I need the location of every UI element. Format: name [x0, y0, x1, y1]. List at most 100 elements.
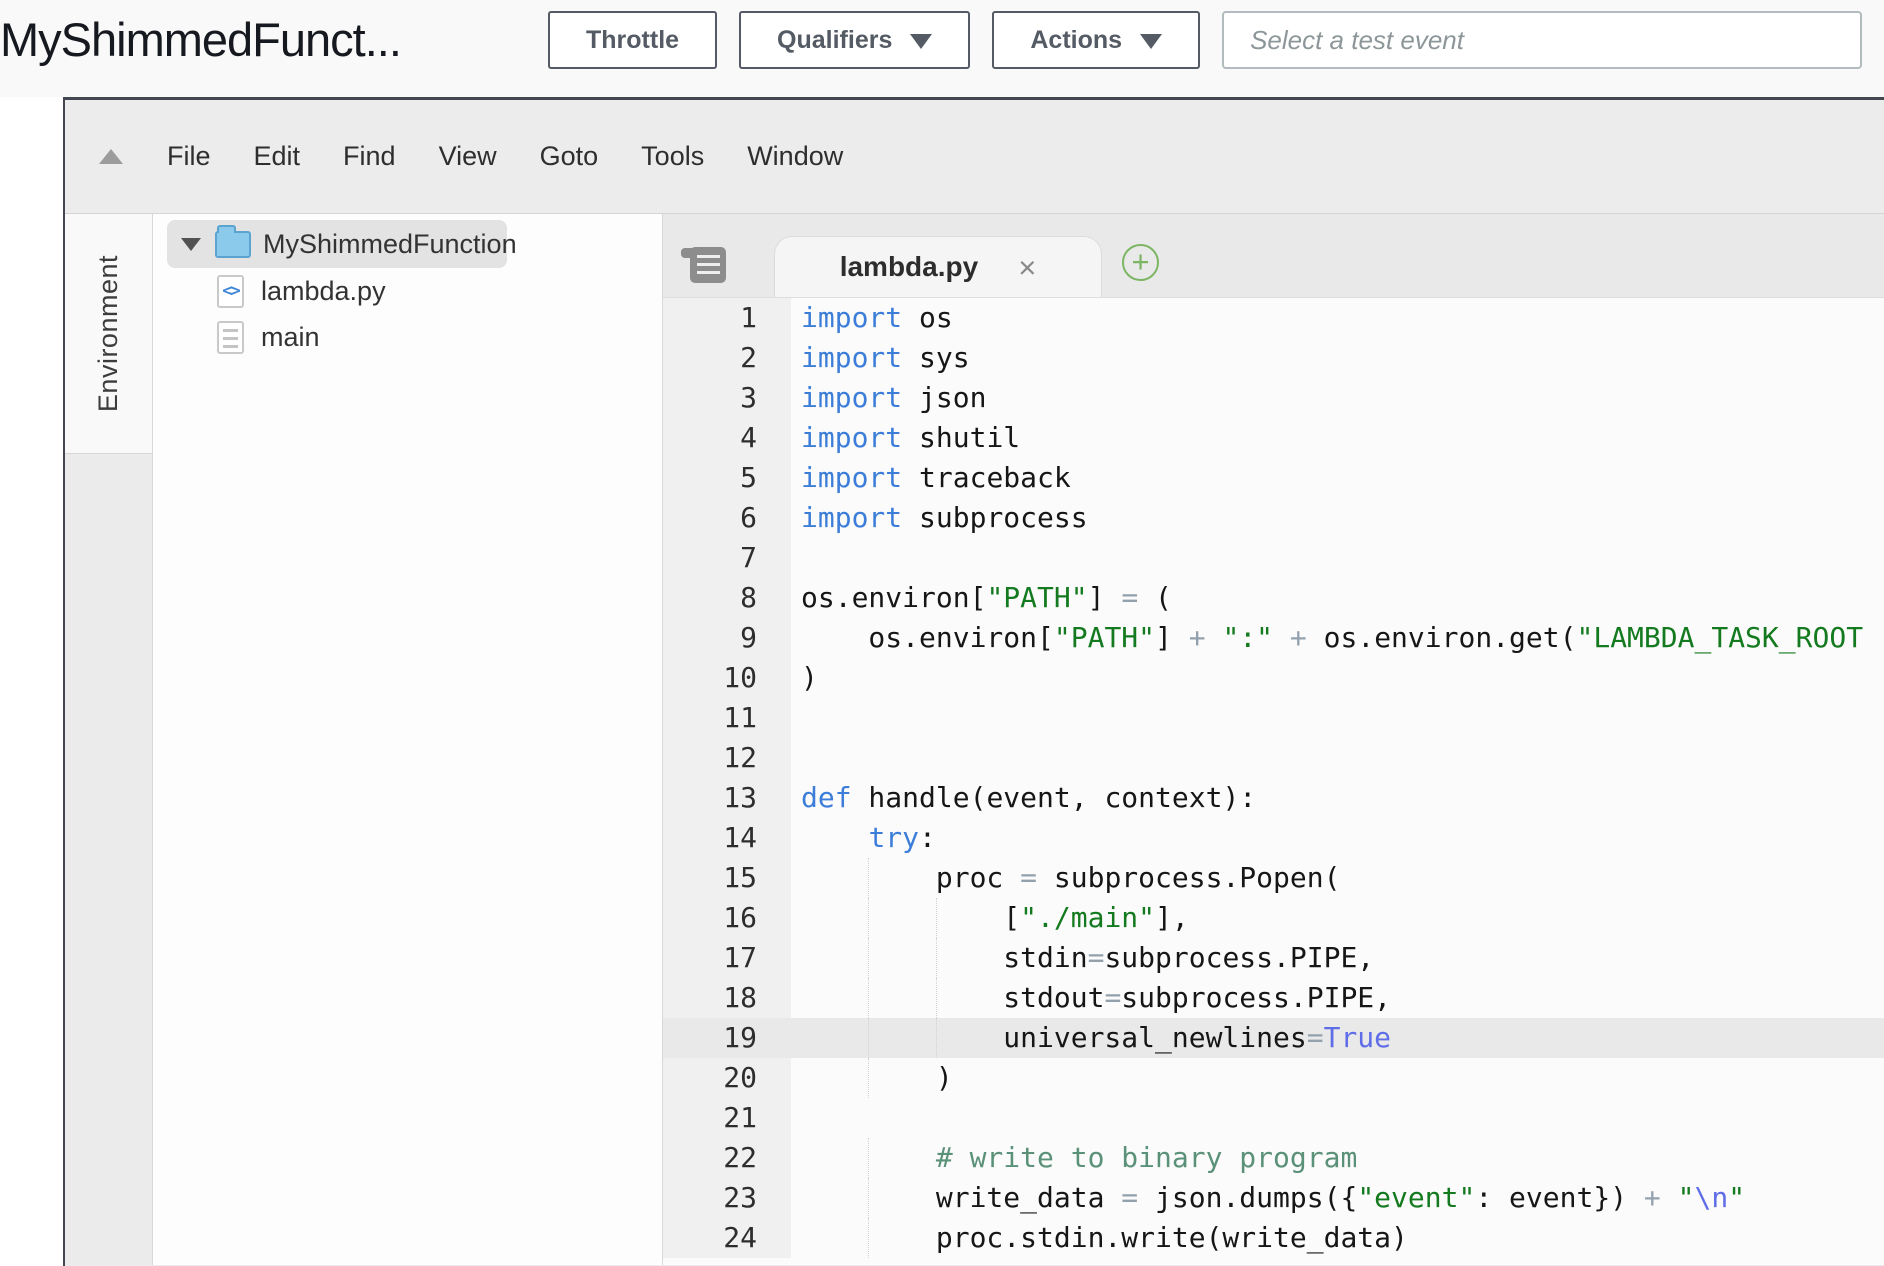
code-line-2[interactable]: 2import sys [663, 338, 1884, 378]
tree-folder-row[interactable]: MyShimmedFunction [167, 220, 507, 268]
line-number: 19 [663, 1018, 791, 1058]
code-line-text: stdout=subprocess.PIPE, [791, 978, 1884, 1018]
menu-find[interactable]: Find [343, 141, 396, 172]
code-line-13[interactable]: 13def handle(event, context): [663, 778, 1884, 818]
indent-guide [868, 1138, 869, 1178]
code-line-19[interactable]: 19 universal_newlines=True [663, 1018, 1884, 1058]
code-line-text: ) [791, 658, 1884, 698]
indent-guide [936, 898, 937, 938]
code-line-text: import traceback [791, 458, 1884, 498]
line-number: 18 [663, 978, 791, 1018]
menu-bar: File Edit Find View Goto Tools Window [65, 100, 1884, 214]
code-line-3[interactable]: 3import json [663, 378, 1884, 418]
code-line-5[interactable]: 5import traceback [663, 458, 1884, 498]
indent-guide [868, 1018, 869, 1058]
disclosure-triangle-icon[interactable] [181, 238, 201, 251]
code-line-21[interactable]: 21 [663, 1098, 1884, 1138]
code-line-10[interactable]: 10) [663, 658, 1884, 698]
tree-file-main[interactable]: main [217, 314, 662, 360]
code-line-6[interactable]: 6import subprocess [663, 498, 1884, 538]
environment-tab[interactable]: Environment [65, 214, 152, 454]
qualifiers-button[interactable]: Qualifiers [739, 11, 970, 69]
folder-name: MyShimmedFunction [263, 229, 517, 260]
indent-guide [868, 1058, 869, 1098]
code-line-9[interactable]: 9 os.environ["PATH"] + ":" + os.environ.… [663, 618, 1884, 658]
indent-guide [868, 858, 869, 898]
code-line-text [791, 738, 1884, 778]
code-line-1[interactable]: 1import os [663, 298, 1884, 338]
line-number: 5 [663, 458, 791, 498]
code-line-text: ) [791, 1058, 1884, 1098]
code-line-text: write_data = json.dumps({"event": event}… [791, 1178, 1884, 1218]
file-name: main [261, 322, 320, 353]
tab-bar: lambda.py × + [663, 214, 1884, 298]
code-line-12[interactable]: 12 [663, 738, 1884, 778]
line-number: 7 [663, 538, 791, 578]
line-number: 2 [663, 338, 791, 378]
code-line-text: universal_newlines=True [791, 1018, 1884, 1058]
code-line-text: import sys [791, 338, 1884, 378]
code-line-text: import subprocess [791, 498, 1884, 538]
indent-guide [868, 938, 869, 978]
menu-file[interactable]: File [167, 141, 211, 172]
code-line-20[interactable]: 20 ) [663, 1058, 1884, 1098]
line-number: 13 [663, 778, 791, 818]
menu-window[interactable]: Window [747, 141, 843, 172]
line-number: 21 [663, 1098, 791, 1138]
line-number: 8 [663, 578, 791, 618]
code-line-15[interactable]: 15 proc = subprocess.Popen( [663, 858, 1884, 898]
code-line-text: proc = subprocess.Popen( [791, 858, 1884, 898]
code-line-4[interactable]: 4import shutil [663, 418, 1884, 458]
code-line-text: os.environ["PATH"] = ( [791, 578, 1884, 618]
file-tree: MyShimmedFunction <> lambda.py main [153, 214, 663, 1265]
test-event-select[interactable]: Select a test event [1222, 11, 1862, 69]
code-line-7[interactable]: 7 [663, 538, 1884, 578]
new-tab-icon[interactable]: + [1122, 244, 1159, 281]
code-brackets-glyph: <> [222, 281, 238, 301]
file-name: lambda.py [261, 276, 386, 307]
code-line-17[interactable]: 17 stdin=subprocess.PIPE, [663, 938, 1884, 978]
tab-list-icon[interactable] [690, 247, 726, 283]
code-line-22[interactable]: 22 # write to binary program [663, 1138, 1884, 1178]
code-line-24[interactable]: 24 proc.stdin.write(write_data) [663, 1218, 1884, 1258]
menu-goto[interactable]: Goto [540, 141, 599, 172]
code-line-8[interactable]: 8os.environ["PATH"] = ( [663, 578, 1884, 618]
environment-sidebar: Environment [65, 214, 153, 1265]
function-header: MyShimmedFunct... Throttle Qualifiers Ac… [0, 0, 1884, 97]
indent-guide [868, 1178, 869, 1218]
menu-view[interactable]: View [439, 141, 497, 172]
code-line-16[interactable]: 16 ["./main"], [663, 898, 1884, 938]
indent-guide [868, 898, 869, 938]
header-actions: Throttle Qualifiers Actions Select a tes… [548, 11, 1862, 69]
code-line-14[interactable]: 14 try: [663, 818, 1884, 858]
code-line-text: ["./main"], [791, 898, 1884, 938]
line-number: 22 [663, 1138, 791, 1178]
tree-file-lambda-py[interactable]: <> lambda.py [217, 268, 662, 314]
code-line-23[interactable]: 23 write_data = json.dumps({"event": eve… [663, 1178, 1884, 1218]
code-line-18[interactable]: 18 stdout=subprocess.PIPE, [663, 978, 1884, 1018]
code-editor[interactable]: 1import os2import sys3import json4import… [663, 298, 1884, 1265]
actions-button[interactable]: Actions [992, 11, 1200, 69]
line-number: 10 [663, 658, 791, 698]
code-line-text [791, 698, 1884, 738]
code-line-text: import json [791, 378, 1884, 418]
line-number: 17 [663, 938, 791, 978]
indent-guide [936, 978, 937, 1018]
close-tab-icon[interactable]: × [1018, 252, 1036, 283]
code-line-text [791, 538, 1884, 578]
line-number: 16 [663, 898, 791, 938]
menu-tools[interactable]: Tools [641, 141, 704, 172]
code-line-text: import shutil [791, 418, 1884, 458]
tab-lambda-py[interactable]: lambda.py × [774, 236, 1102, 297]
editor-pane: lambda.py × + 1import os2import sys3impo… [663, 214, 1884, 1265]
collapse-menubar-icon[interactable] [99, 149, 123, 164]
function-name-title: MyShimmedFunct... [0, 12, 401, 67]
menu-edit[interactable]: Edit [254, 141, 301, 172]
line-number: 1 [663, 298, 791, 338]
tab-label: lambda.py [840, 251, 978, 283]
throttle-button[interactable]: Throttle [548, 11, 717, 69]
code-line-11[interactable]: 11 [663, 698, 1884, 738]
caret-down-icon [1140, 34, 1162, 49]
line-number: 3 [663, 378, 791, 418]
code-line-text: def handle(event, context): [791, 778, 1884, 818]
